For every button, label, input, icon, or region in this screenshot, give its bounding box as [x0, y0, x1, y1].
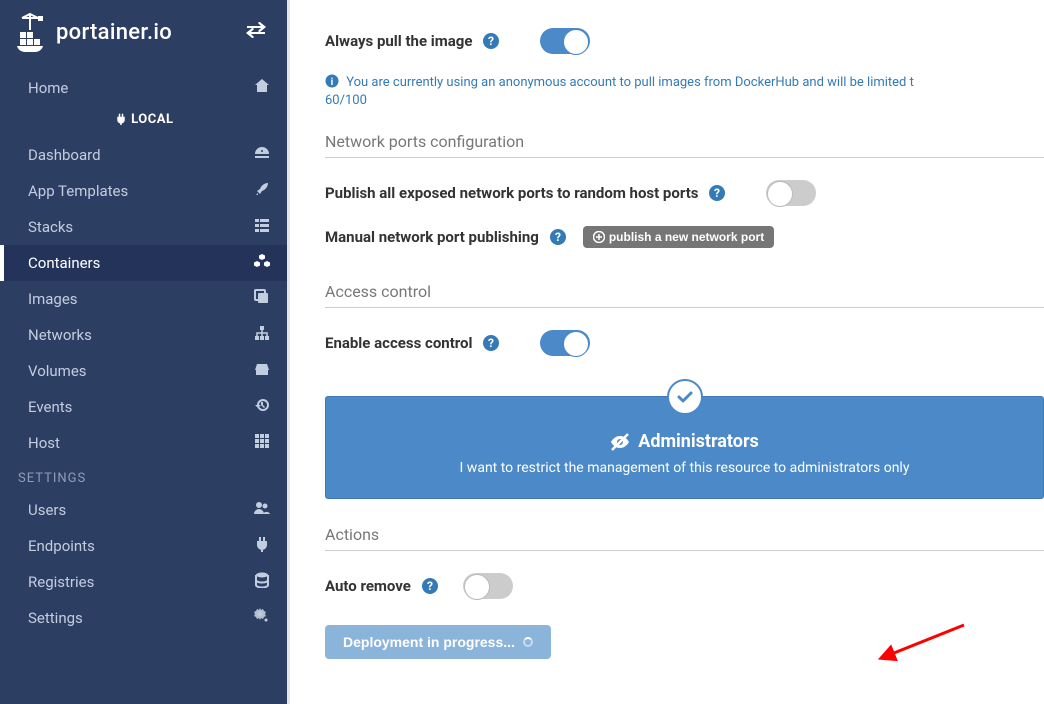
swap-icon[interactable] [245, 22, 273, 42]
access-card-administrators[interactable]: Administrators I want to restrict the ma… [325, 396, 1044, 499]
auto-remove-label: Auto remove [325, 577, 411, 595]
info-icon: i [325, 74, 339, 88]
sitemap-icon [253, 325, 271, 345]
dashboard-icon [253, 145, 271, 165]
sidebar-item-images[interactable]: Images [0, 281, 289, 317]
cogs-icon [253, 608, 271, 628]
portainer-logo-icon [16, 12, 50, 52]
always-pull-row: Always pull the image ? [325, 28, 1044, 54]
publish-all-label: Publish all exposed network ports to ran… [325, 184, 698, 202]
auto-remove-row: Auto remove ? [325, 573, 1044, 599]
sidebar-item-users[interactable]: Users [0, 492, 289, 528]
sidebar-settings-header: SETTINGS [0, 461, 289, 492]
annotation-arrow [879, 620, 969, 674]
rocket-icon [253, 181, 271, 201]
sidebar-item-host[interactable]: Host [0, 425, 289, 461]
manual-publish-label: Manual network port publishing [325, 228, 539, 246]
users-icon [253, 500, 271, 520]
svg-text:i: i [331, 77, 334, 88]
cubes-icon [253, 253, 271, 273]
enable-access-toggle[interactable] [540, 330, 590, 356]
publish-port-button[interactable]: publish a new network port [583, 226, 774, 248]
brand-name: portainer.io [56, 20, 172, 45]
always-pull-toggle[interactable] [540, 28, 590, 54]
sidebar-local-header: LOCAL [0, 106, 289, 137]
publish-all-toggle[interactable] [766, 180, 816, 206]
list-icon [253, 217, 271, 237]
enable-access-label: Enable access control [325, 334, 472, 352]
sidebar-item-templates[interactable]: App Templates [0, 173, 289, 209]
help-icon[interactable]: ? [549, 228, 567, 246]
sidebar-item-events[interactable]: Events [0, 389, 289, 425]
brand: portainer.io [0, 0, 289, 70]
help-icon[interactable]: ? [482, 32, 500, 50]
manual-publish-row: Manual network port publishing ? publish… [325, 226, 1044, 248]
plus-circle-icon [593, 231, 605, 243]
section-actions: Actions [325, 525, 1044, 551]
sidebar-item-volumes[interactable]: Volumes [0, 353, 289, 389]
sidebar: portainer.io Home LOCAL Dashboard App Te… [0, 0, 289, 704]
check-badge-icon [667, 379, 703, 415]
sidebar-item-endpoints[interactable]: Endpoints [0, 528, 289, 564]
sidebar-item-settings[interactable]: Settings [0, 600, 289, 636]
access-card-title: Administrators [638, 431, 759, 452]
sidebar-item-dashboard[interactable]: Dashboard [0, 137, 289, 173]
eye-off-icon [610, 432, 630, 452]
sidebar-item-networks[interactable]: Networks [0, 317, 289, 353]
spinner-icon [523, 637, 533, 647]
hdd-icon [253, 361, 271, 381]
svg-text:?: ? [488, 336, 494, 350]
help-icon[interactable]: ? [482, 334, 500, 352]
svg-text:?: ? [714, 186, 720, 200]
clone-icon [253, 289, 271, 309]
section-network: Network ports configuration [325, 132, 1044, 158]
sidebar-item-stacks[interactable]: Stacks [0, 209, 289, 245]
help-icon[interactable]: ? [421, 577, 439, 595]
plug-mini-icon [115, 113, 127, 125]
plug-icon [253, 536, 271, 556]
deploy-button[interactable]: Deployment in progress... [325, 625, 551, 659]
history-icon [253, 397, 271, 417]
access-card-desc: I want to restrict the management of thi… [346, 460, 1023, 476]
home-icon [253, 78, 271, 98]
sidebar-item-home[interactable]: Home [0, 70, 289, 106]
always-pull-label: Always pull the image [325, 32, 472, 50]
sidebar-item-containers[interactable]: Containers [0, 245, 289, 281]
section-access: Access control [325, 282, 1044, 308]
database-icon [253, 572, 271, 592]
anon-notice: i You are currently using an anonymous a… [325, 74, 1044, 110]
th-icon [253, 433, 271, 453]
publish-all-row: Publish all exposed network ports to ran… [325, 180, 1044, 206]
main-content: Always pull the image ? i You are curren… [289, 0, 1044, 704]
svg-text:?: ? [555, 230, 561, 244]
auto-remove-toggle[interactable] [463, 573, 513, 599]
sidebar-item-registries[interactable]: Registries [0, 564, 289, 600]
svg-text:?: ? [427, 579, 433, 593]
enable-access-row: Enable access control ? [325, 330, 1044, 356]
help-icon[interactable]: ? [708, 184, 726, 202]
svg-text:?: ? [488, 34, 494, 48]
